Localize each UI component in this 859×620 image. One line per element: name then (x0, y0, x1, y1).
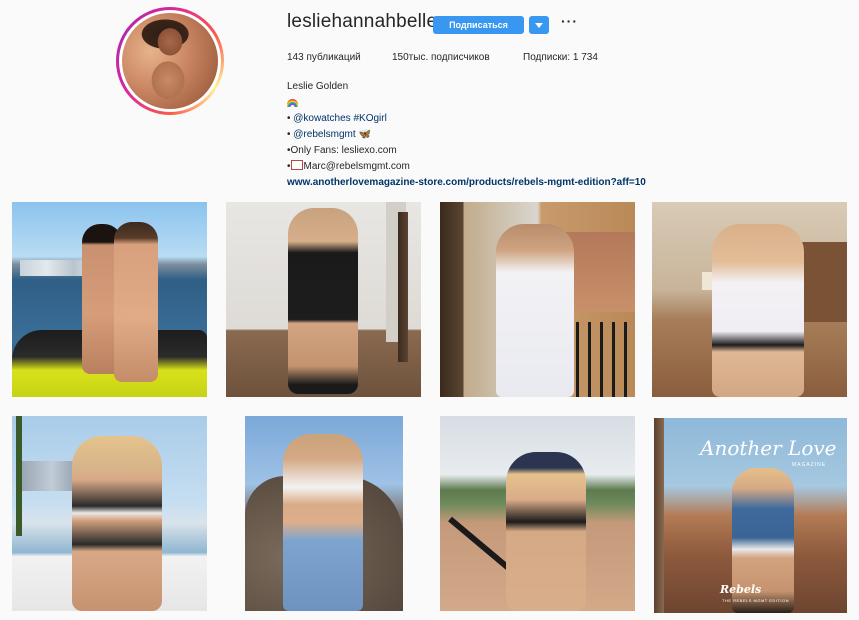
magazine-tagline: THE REBELS MGMT EDITION (722, 598, 789, 603)
posts-label: публикаций (306, 52, 361, 63)
post-thumbnail-balcony[interactable] (440, 202, 635, 397)
post-thumbnail-jetski[interactable] (12, 202, 207, 397)
avatar[interactable] (122, 13, 218, 109)
person-graphic (496, 224, 574, 397)
magazine-subtitle: MAGAZINE (792, 462, 827, 468)
profile-bio: Leslie Golden • @kowatches #KOgirl • @re… (287, 79, 687, 191)
post-thumbnail-checkered-bikini[interactable] (12, 416, 207, 611)
person-graphic (288, 208, 358, 394)
email-text: Marc@rebelsmgmt.com (303, 161, 410, 172)
butterfly-icon: 🦋 (358, 129, 371, 140)
mention-kowatches-link[interactable]: @kowatches (293, 113, 350, 124)
followers-stat[interactable]: 150тыс. подписчиков (392, 52, 490, 63)
follow-button[interactable]: Подписаться (433, 16, 524, 34)
bio-line-onlyfans: •Only Fans: lesliexo.com (287, 145, 397, 156)
post-thumbnail-baseball[interactable] (440, 416, 635, 611)
person-graphic (712, 224, 804, 397)
person-graphic (72, 436, 162, 611)
profile-avatar-ring[interactable] (116, 7, 224, 115)
magazine-spine-graphic (654, 418, 664, 613)
posts-count: 143 (287, 52, 304, 63)
chevron-down-icon (535, 23, 543, 28)
post-thumbnail-magazine[interactable]: Another Love MAGAZINE Rebels THE REBELS … (654, 418, 847, 613)
person-graphic (506, 452, 586, 611)
following-count: 1 734 (572, 52, 598, 63)
rainbow-icon (287, 99, 298, 107)
display-name: Leslie Golden (287, 81, 349, 92)
posts-stat: 143 публикаций (287, 52, 361, 63)
person-graphic (283, 434, 363, 611)
following-stat[interactable]: Подписки: 1 734 (523, 52, 598, 63)
bio-line-rainbow (287, 95, 687, 111)
post-thumbnail-rocks[interactable] (245, 416, 403, 611)
post-thumbnail-living-room[interactable] (652, 202, 847, 397)
suggestions-dropdown-button[interactable] (529, 16, 549, 34)
bio-line-rebelsmgmt: • @rebelsmgmt 🦋 (287, 127, 687, 143)
followers-label: подписчиков (431, 52, 490, 63)
more-options-button[interactable]: ··· (561, 13, 578, 29)
envelope-icon (290, 160, 303, 170)
mention-rebelsmgmt-link[interactable]: @rebelsmgmt (293, 129, 355, 140)
following-label: Подписки: (523, 52, 571, 63)
bio-line-kowatches: • @kowatches #KOgirl (287, 111, 687, 127)
bio-line-website: www.anotherlovemagazine-store.com/produc… (287, 175, 687, 191)
website-link[interactable]: www.anotherlovemagazine-store.com/produc… (287, 177, 646, 188)
bio-line-email: • Marc@rebelsmgmt.com (287, 159, 687, 175)
person-graphic (114, 222, 158, 382)
post-thumbnail-bodysuit[interactable] (226, 202, 421, 397)
avatar-border (119, 10, 221, 112)
palm-tree-graphic (16, 416, 22, 536)
stool-graphic (398, 212, 408, 362)
followers-count: 150тыс. (392, 52, 429, 63)
magazine-brand: Rebels (720, 583, 762, 596)
magazine-title: Another Love (700, 436, 837, 460)
username: lesliehannahbelle (287, 11, 438, 32)
hashtag-kogirl-link[interactable]: #KOgirl (353, 113, 386, 124)
